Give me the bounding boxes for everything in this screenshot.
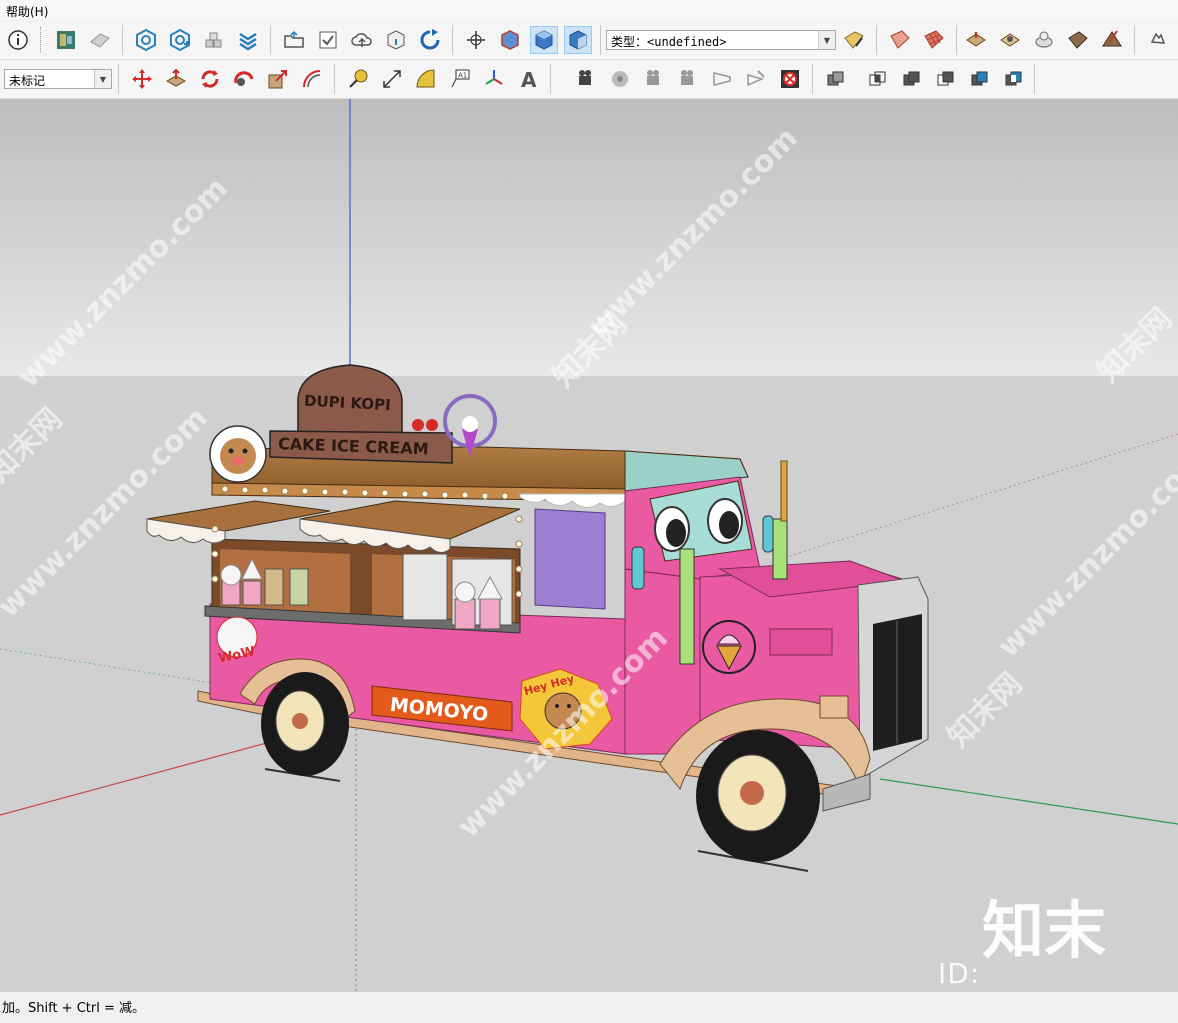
toolbar-row-2: 未标记 ▼ A1 A [0,60,1178,99]
target-icon[interactable] [132,26,160,54]
rotate-icon[interactable] [196,65,224,93]
front-wheel [696,730,820,862]
export-box-icon[interactable] [382,26,410,54]
chevron-down-icon: ▼ [818,31,835,49]
cloud-upload-icon[interactable] [348,26,376,54]
status-bar: 加。Shift + Ctrl = 减。 [0,991,1178,1017]
chevron-down-icon: ▼ [94,70,111,88]
tape-measure-icon[interactable] [344,65,372,93]
rear-wheel [261,672,349,776]
cube-red-icon[interactable] [496,26,524,54]
svg-text:A: A [521,68,537,91]
type-label: 类型： [611,35,648,49]
toolbar-grip[interactable] [40,27,44,53]
layer-icon[interactable] [86,26,114,54]
camera-add-icon[interactable] [572,65,600,93]
add-detail-icon[interactable] [1098,26,1126,54]
menu-help[interactable]: 帮助(H) [6,3,48,20]
frustum-icon[interactable] [708,65,736,93]
svg-text:A1: A1 [458,72,467,80]
solid-union-icon[interactable] [898,65,926,93]
camera-remove-icon[interactable] [674,65,702,93]
frustum-edit-icon[interactable] [742,65,770,93]
stamp-icon[interactable] [962,26,990,54]
camera-delete-icon[interactable] [776,65,804,93]
menu-bar: 帮助(H) [0,0,1178,20]
disc-icon[interactable] [606,65,634,93]
drape-icon[interactable] [996,26,1024,54]
bear-mascot-sign [209,425,267,483]
tag-dropdown[interactable]: 未标记 ▼ [4,69,112,89]
flip-edge-icon[interactable] [1064,26,1092,54]
target-plus-icon[interactable] [166,26,194,54]
camera-icon[interactable] [640,65,668,93]
solid-trim-icon[interactable] [966,65,994,93]
cube-blue-icon[interactable] [530,26,558,54]
3d-text-icon[interactable]: A [514,65,542,93]
tag-pencil-icon[interactable] [840,26,868,54]
text-label-icon[interactable]: A1 [446,65,474,93]
cube-section-icon[interactable] [564,26,592,54]
wow-sticker: WoW [216,616,258,667]
dimension-icon[interactable] [378,65,406,93]
push-pull-icon[interactable] [162,65,190,93]
solid-subtract-icon[interactable] [932,65,960,93]
grid-terrain-icon[interactable] [920,26,948,54]
toolbar-row-1: 类型：<undefined> ▼ [0,21,1178,60]
smoove-icon[interactable] [1030,26,1058,54]
model-info-icon[interactable] [4,26,32,54]
solid-split-icon[interactable] [1000,65,1028,93]
open-folder-icon[interactable] [280,26,308,54]
stack-icon[interactable] [234,26,262,54]
scale-icon[interactable] [264,65,292,93]
solid-outer-shell-icon[interactable] [822,65,850,93]
solid-intersect-icon[interactable] [864,65,892,93]
checkbox-icon[interactable] [314,26,342,54]
follow-me-icon[interactable] [230,65,258,93]
scene-canvas: DUPI KOPI CAKE ICE CREAM MOMOYO WoW Hey … [0,99,1178,991]
model-viewport[interactable]: DUPI KOPI CAKE ICE CREAM MOMOYO WoW Hey … [0,99,1178,991]
refresh-blue-icon[interactable] [416,26,444,54]
terrain-icon[interactable] [886,26,914,54]
type-value: <undefined> [647,35,727,49]
sandbox-hand-icon[interactable] [1144,26,1172,54]
type-dropdown[interactable]: 类型：<undefined> ▼ [606,30,836,50]
move-icon[interactable] [128,65,156,93]
components-icon[interactable] [200,26,228,54]
axes-icon[interactable] [480,65,508,93]
move-axes-icon[interactable] [462,26,490,54]
offset-icon[interactable] [298,65,326,93]
protractor-icon[interactable] [412,65,440,93]
tag-value: 未标记 [9,74,46,88]
status-text: 加。Shift + Ctrl = 减。 [2,1001,145,1016]
map-icon[interactable] [52,26,80,54]
